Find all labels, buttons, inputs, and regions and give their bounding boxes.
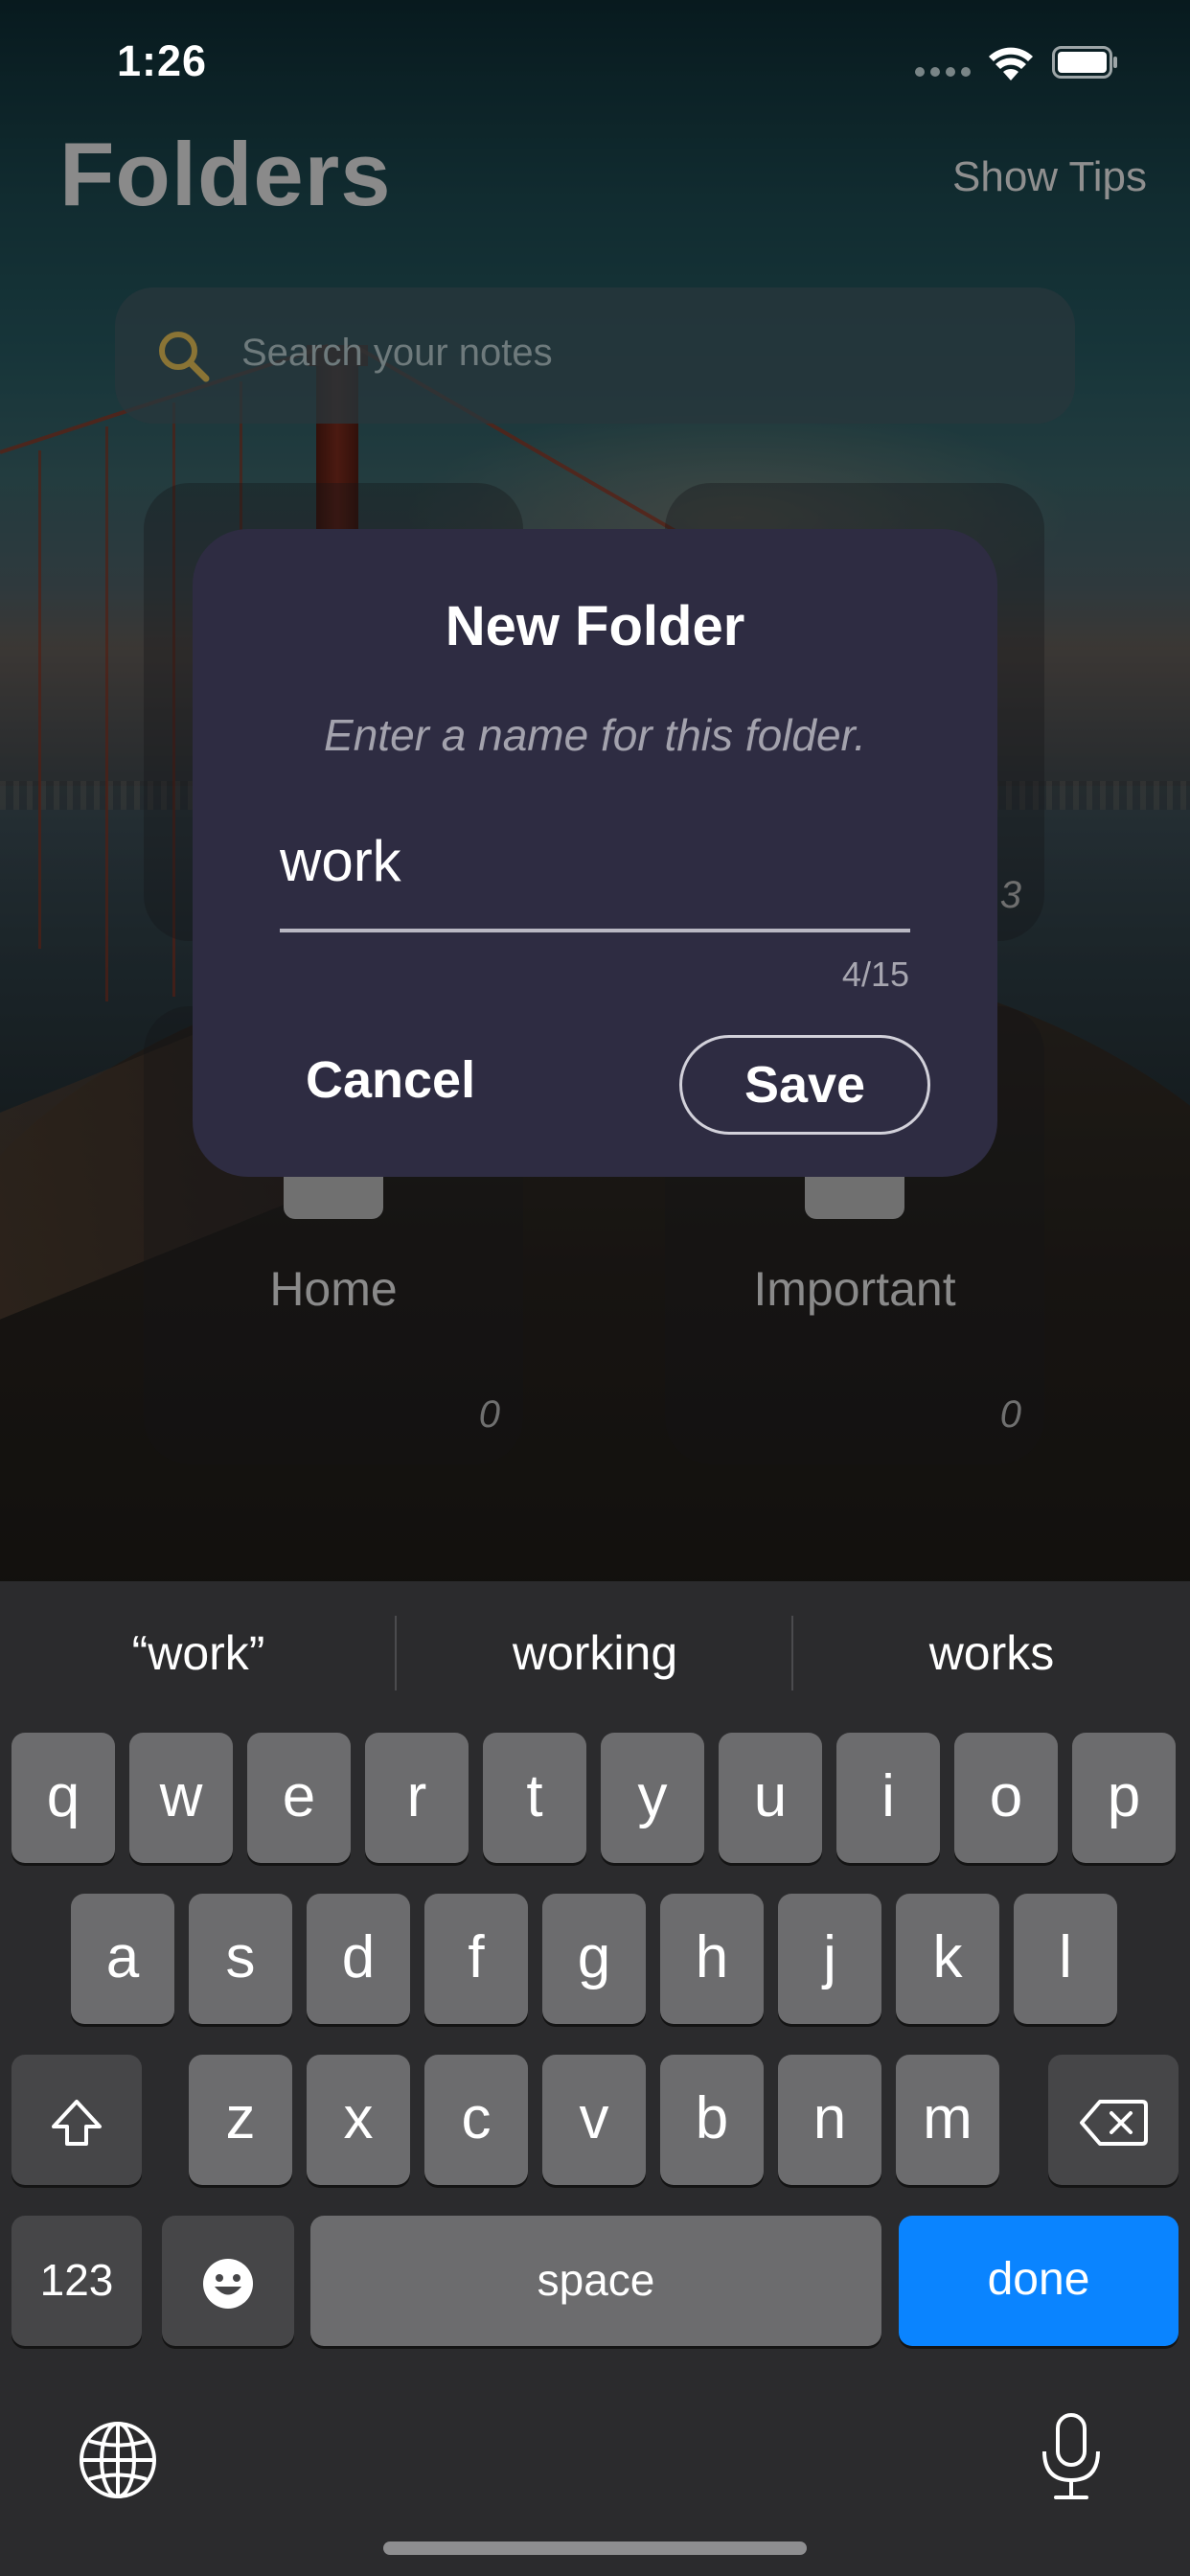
new-folder-dialog: New Folder Enter a name for this folder.…: [193, 529, 997, 1177]
key[interactable]: o: [954, 1733, 1058, 1863]
key[interactable]: a: [71, 1894, 174, 2024]
screen: 1:26 Folders Show Tips Search your notes…: [0, 0, 1190, 2576]
save-button[interactable]: Save: [679, 1035, 930, 1135]
suggestion-item[interactable]: working: [397, 1581, 793, 1725]
cellular-signal-icon: [915, 67, 971, 77]
emoji-icon: [203, 2258, 253, 2309]
emoji-key[interactable]: [162, 2216, 294, 2346]
key[interactable]: g: [542, 1894, 646, 2024]
key[interactable]: u: [719, 1733, 822, 1863]
backspace-key[interactable]: [1048, 2055, 1179, 2185]
key[interactable]: q: [11, 1733, 115, 1863]
key[interactable]: c: [424, 2055, 528, 2185]
key[interactable]: r: [365, 1733, 469, 1863]
key[interactable]: m: [896, 2055, 999, 2185]
backspace-icon: [1080, 2099, 1148, 2146]
folder-name: Important: [753, 1262, 956, 1316]
shift-icon: [52, 2099, 102, 2146]
show-tips-button[interactable]: Show Tips: [952, 153, 1147, 201]
key[interactable]: p: [1072, 1733, 1176, 1863]
key[interactable]: e: [247, 1733, 351, 1863]
key[interactable]: l: [1014, 1894, 1117, 2024]
key[interactable]: b: [660, 2055, 764, 2185]
key[interactable]: v: [542, 2055, 646, 2185]
key[interactable]: f: [424, 1894, 528, 2024]
keyboard: “work” working works q w e r t y u i o p…: [0, 1581, 1190, 2576]
microphone-icon[interactable]: [1037, 2411, 1106, 2503]
key[interactable]: h: [660, 1894, 764, 2024]
dialog-title: New Folder: [445, 595, 745, 657]
key[interactable]: t: [483, 1733, 586, 1863]
key[interactable]: n: [778, 2055, 881, 2185]
key[interactable]: i: [836, 1733, 940, 1863]
globe-icon[interactable]: [77, 2419, 159, 2501]
key[interactable]: y: [601, 1733, 704, 1863]
key[interactable]: d: [307, 1894, 410, 2024]
input-underline: [280, 929, 910, 932]
key[interactable]: z: [189, 2055, 292, 2185]
cancel-button[interactable]: Cancel: [285, 1037, 496, 1123]
shift-key[interactable]: [11, 2055, 142, 2185]
key[interactable]: k: [896, 1894, 999, 2024]
battery-icon: [1052, 46, 1117, 79]
space-key[interactable]: space: [310, 2216, 881, 2346]
done-key[interactable]: done: [899, 2216, 1179, 2346]
suggestion-item[interactable]: “work”: [0, 1581, 397, 1725]
numbers-key[interactable]: 123: [11, 2216, 142, 2346]
key[interactable]: j: [778, 1894, 881, 2024]
search-bar[interactable]: Search your notes: [115, 288, 1075, 424]
search-icon: [159, 332, 210, 382]
suggestion-item[interactable]: works: [793, 1581, 1190, 1725]
home-indicator: [383, 2542, 807, 2555]
page-title: Folders: [59, 124, 392, 224]
status-time: 1:26: [117, 36, 208, 85]
search-placeholder: Search your notes: [241, 332, 553, 374]
suggestion-bar: “work” working works: [0, 1581, 1190, 1725]
folder-count: 0: [999, 1393, 1021, 1436]
dialog-subtitle: Enter a name for this folder.: [324, 710, 866, 760]
folder-count: 0: [478, 1393, 500, 1436]
character-counter: 4/15: [841, 954, 909, 994]
key[interactable]: x: [307, 2055, 410, 2185]
folder-name: Home: [269, 1262, 398, 1316]
folder-name-input[interactable]: [280, 816, 910, 905]
wifi-icon: [989, 47, 1033, 80]
key[interactable]: s: [189, 1894, 292, 2024]
key[interactable]: w: [129, 1733, 233, 1863]
folder-count: 3: [999, 874, 1021, 916]
